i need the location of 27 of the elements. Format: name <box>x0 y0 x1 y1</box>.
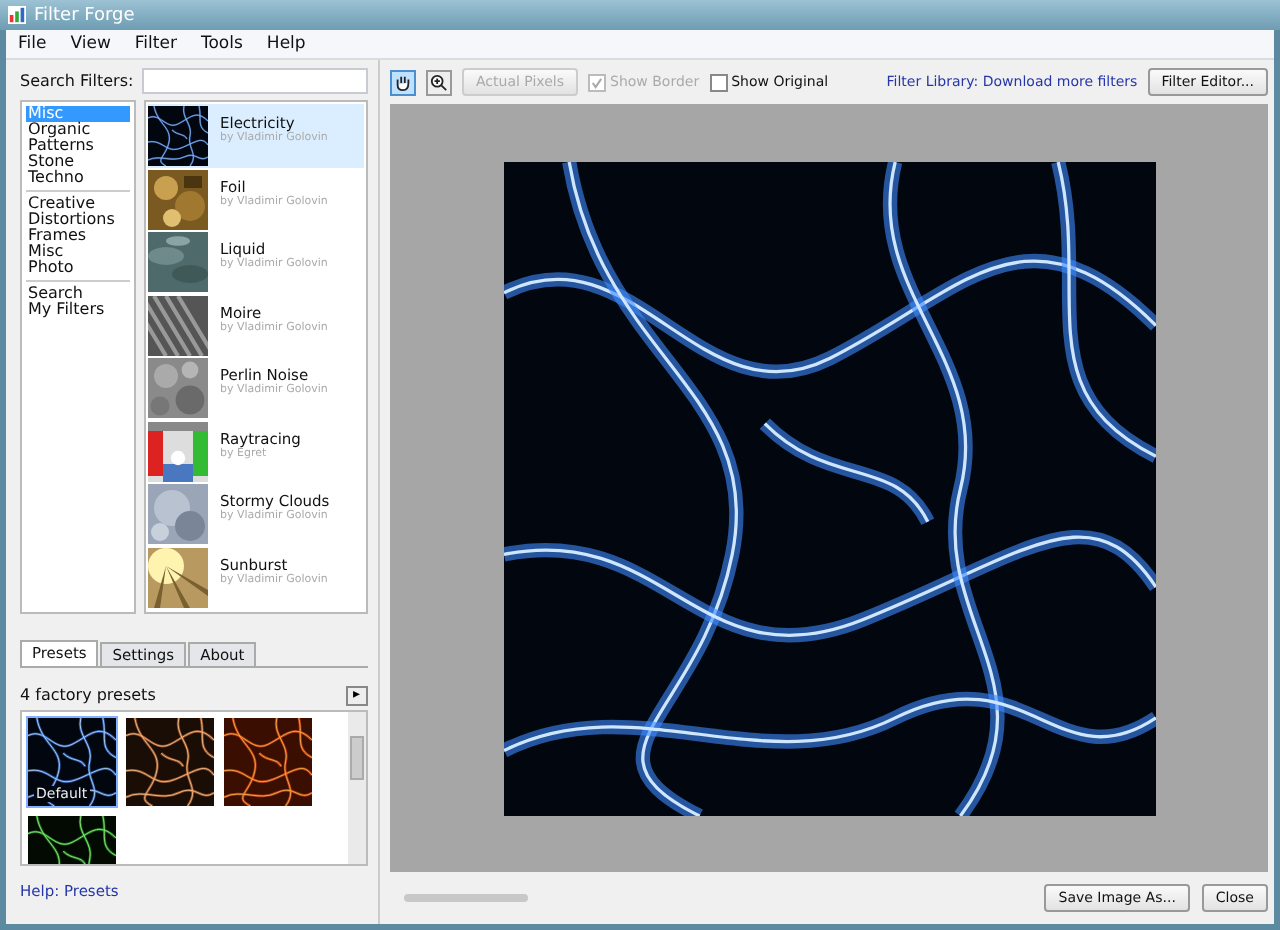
category-item[interactable]: Organic <box>26 122 130 138</box>
category-item[interactable]: Distortions <box>26 212 130 228</box>
menu-item[interactable]: File <box>16 34 49 54</box>
checkbox[interactable] <box>709 73 728 91</box>
category-item[interactable]: Misc <box>26 244 130 260</box>
preset-count: 4 factory presets <box>20 684 156 706</box>
menu-item[interactable]: Filter <box>132 34 179 54</box>
category-item[interactable]: Search <box>26 286 130 302</box>
category-item[interactable]: Frames <box>26 228 130 244</box>
search-label: Search Filters: <box>20 72 134 90</box>
search-field[interactable] <box>141 68 368 94</box>
zoom-icon <box>430 73 448 91</box>
menu-item[interactable]: Help <box>264 34 308 54</box>
category-item[interactable]: My Filters <box>26 302 130 318</box>
hand-icon <box>394 73 412 91</box>
window-title: Filter Forge <box>34 5 135 25</box>
category-item[interactable]: Creative <box>26 196 130 212</box>
category-item[interactable]: Patterns <box>26 138 130 154</box>
category-item[interactable]: Techno <box>26 170 130 186</box>
menu-item[interactable]: View <box>68 34 113 54</box>
category-item[interactable]: Stone <box>26 154 130 170</box>
hand-tool-button[interactable] <box>390 69 416 95</box>
scroll-bar[interactable] <box>348 712 366 864</box>
category-item[interactable]: Photo <box>26 260 130 276</box>
menu-item[interactable]: Tools <box>198 34 245 54</box>
zoom-tool-button[interactable] <box>426 69 452 95</box>
app-icon <box>8 6 26 24</box>
